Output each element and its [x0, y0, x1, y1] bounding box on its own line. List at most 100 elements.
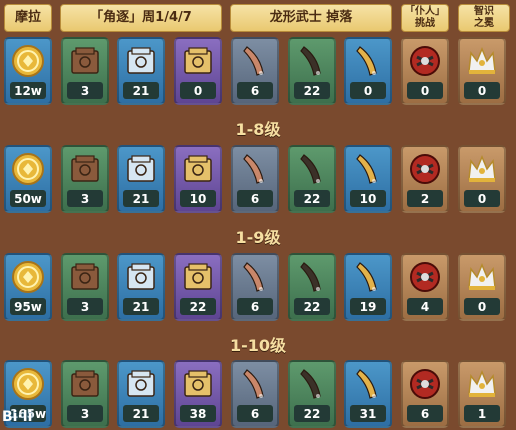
material-cell: 3 — [61, 37, 109, 105]
crown-icon — [464, 151, 500, 187]
claw-gray-icon — [237, 151, 273, 187]
material-cell: 0 — [458, 37, 506, 105]
coin-icon — [10, 366, 46, 402]
header-book-label: 「角逐」周1/4/7 — [90, 10, 192, 25]
claw-blue-icon — [350, 151, 386, 187]
header-challenge-top: 「仆人」 — [405, 6, 445, 17]
material-count: 3 — [67, 298, 103, 315]
material-count: 22 — [294, 190, 330, 207]
material-count: 4 — [407, 298, 443, 315]
material-cell: 2 — [401, 145, 449, 213]
material-cell: 22 — [288, 253, 336, 321]
material-row: 50w 3 21 10 6 22 10 2 0 — [0, 145, 516, 215]
material-cell: 10 — [174, 145, 222, 213]
material-count: 6 — [237, 405, 273, 422]
material-cell: 50w — [4, 145, 52, 213]
book-green-icon — [67, 366, 103, 402]
material-cell: 19 — [344, 253, 392, 321]
header-drop-label: 龙形武士 掉落 — [269, 10, 353, 25]
claw-green-icon — [294, 259, 330, 295]
book-blue-icon — [123, 43, 159, 79]
material-cell: 3 — [61, 145, 109, 213]
material-count: 50w — [10, 190, 46, 207]
claw-blue-icon — [350, 259, 386, 295]
material-cell: 22 — [174, 253, 222, 321]
material-count: 21 — [123, 405, 159, 422]
material-cell: 22 — [288, 360, 336, 428]
coin-icon — [10, 259, 46, 295]
material-count: 1 — [464, 405, 500, 422]
claw-green-icon — [294, 366, 330, 402]
claw-blue-icon — [350, 366, 386, 402]
material-count: 22 — [294, 405, 330, 422]
material-cell: 22 — [288, 37, 336, 105]
material-count: 12w — [10, 82, 46, 99]
claw-gray-icon — [237, 43, 273, 79]
material-cell: 21 — [117, 360, 165, 428]
material-cell: 1 — [458, 360, 506, 428]
material-count: 95w — [10, 298, 46, 315]
material-count: 22 — [294, 298, 330, 315]
mask-icon — [407, 259, 443, 295]
material-count: 0 — [464, 190, 500, 207]
material-count: 0 — [407, 82, 443, 99]
crown-icon — [464, 43, 500, 79]
coin-icon — [10, 43, 46, 79]
book-blue-icon — [123, 259, 159, 295]
material-count: 2 — [407, 190, 443, 207]
material-count: 0 — [350, 82, 386, 99]
material-cell: 38 — [174, 360, 222, 428]
material-cell: 6 — [231, 145, 279, 213]
material-count: 0 — [464, 298, 500, 315]
header-drop: 龙形武士 掉落 — [230, 4, 392, 32]
material-cell: 10 — [344, 145, 392, 213]
mask-icon — [407, 151, 443, 187]
book-green-icon — [67, 259, 103, 295]
material-count: 31 — [350, 405, 386, 422]
mask-icon — [407, 43, 443, 79]
material-count: 21 — [123, 190, 159, 207]
material-cell: 6 — [231, 253, 279, 321]
material-count: 21 — [123, 298, 159, 315]
material-count: 6 — [237, 190, 273, 207]
book-blue-icon — [123, 151, 159, 187]
material-cell: 22 — [288, 145, 336, 213]
material-cell: 12w — [4, 37, 52, 105]
material-cell: 31 — [344, 360, 392, 428]
material-cell: 0 — [458, 253, 506, 321]
material-count: 0 — [464, 82, 500, 99]
coin-icon — [10, 151, 46, 187]
material-count: 10 — [180, 190, 216, 207]
material-count: 19 — [350, 298, 386, 315]
claw-green-icon — [294, 43, 330, 79]
material-cell: 21 — [117, 145, 165, 213]
book-purple-icon — [180, 366, 216, 402]
material-count: 21 — [123, 82, 159, 99]
material-count: 10 — [350, 190, 386, 207]
material-row: 12w 3 21 0 6 22 0 0 0 — [0, 37, 516, 107]
material-count: 6 — [407, 405, 443, 422]
material-cell: 0 — [344, 37, 392, 105]
material-count: 22 — [180, 298, 216, 315]
header-crown: 智识 之冕 — [458, 4, 510, 32]
material-count: 0 — [180, 82, 216, 99]
mask-icon — [407, 366, 443, 402]
claw-gray-icon — [237, 366, 273, 402]
header-crown-bottom: 之冕 — [474, 18, 494, 29]
book-purple-icon — [180, 43, 216, 79]
material-cell: 3 — [61, 253, 109, 321]
material-cell: 95w — [4, 253, 52, 321]
level-label-1-8: 1-8级 — [235, 120, 281, 139]
watermark-logo: Bi·li — [2, 409, 33, 425]
material-cell: 0 — [458, 145, 506, 213]
material-cell: 6 — [401, 360, 449, 428]
header-challenge-bottom: 挑战 — [415, 18, 435, 29]
material-count: 3 — [67, 82, 103, 99]
material-count: 22 — [294, 82, 330, 99]
level-label-1-10: 1-10级 — [229, 336, 287, 355]
header-mora-label: 摩拉 — [14, 10, 41, 25]
header-mora: 摩拉 — [4, 4, 52, 32]
claw-gray-icon — [237, 259, 273, 295]
material-cell: 21 — [117, 253, 165, 321]
material-count: 6 — [237, 82, 273, 99]
